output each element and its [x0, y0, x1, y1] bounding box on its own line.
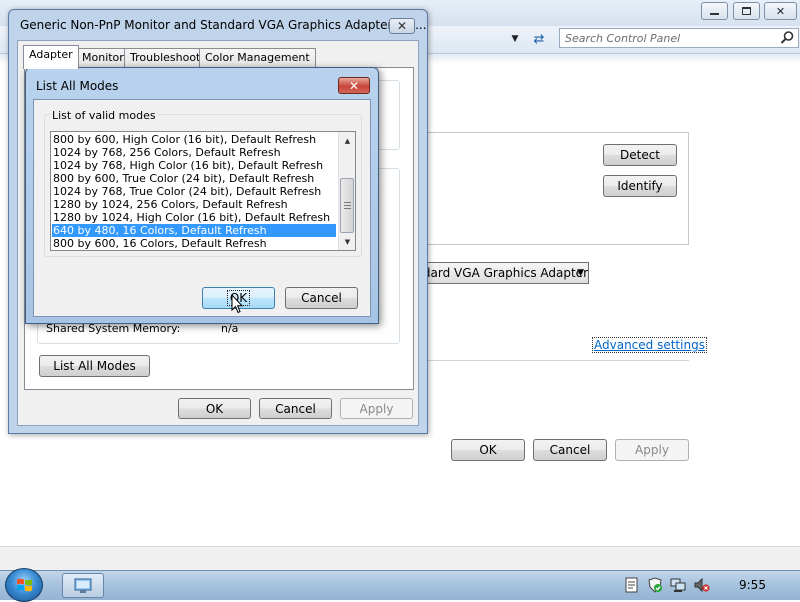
window-close-button[interactable]: ✕: [764, 2, 797, 20]
scroll-up-button[interactable]: ▲: [340, 133, 355, 148]
scroll-down-button[interactable]: ▼: [340, 234, 355, 249]
list-all-modes-dialog: List All Modes ✕ List of valid modes 800…: [25, 67, 379, 324]
search-icon[interactable]: [779, 30, 795, 46]
search-box[interactable]: [559, 28, 799, 48]
volume-muted-icon[interactable]: [694, 577, 710, 593]
tab-label: Troubleshoot: [130, 51, 201, 64]
clock[interactable]: 9:55: [739, 578, 766, 592]
chevron-down-icon: ▼: [511, 34, 519, 44]
close-icon: ✕: [396, 19, 408, 33]
tab-adapter[interactable]: Adapter: [23, 45, 79, 69]
advanced-settings-link[interactable]: Advanced settings: [592, 337, 707, 353]
maximize-button[interactable]: [733, 2, 760, 20]
network-icon[interactable]: [670, 577, 686, 593]
list-item[interactable]: 800 by 600, High Color (16 bit), Default…: [52, 133, 336, 146]
status-band: [0, 546, 800, 570]
list-item[interactable]: 1024 by 768, True Color (24 bit), Defaul…: [52, 185, 336, 198]
modes-listbox[interactable]: 800 by 600, High Color (16 bit), Default…: [50, 131, 356, 251]
list-item[interactable]: 1280 by 1024, High Color (16 bit), Defau…: [52, 211, 336, 224]
tab-label: Monitor: [82, 51, 124, 64]
cancel-label: Cancel: [275, 401, 316, 416]
action-center-icon[interactable]: [647, 577, 663, 593]
refresh-button[interactable]: ⇄: [529, 30, 549, 48]
divider: [400, 360, 689, 361]
scrollbar-thumb[interactable]: [340, 178, 354, 233]
list-all-modes-button[interactable]: List All Modes: [39, 355, 150, 377]
tab-monitor[interactable]: Monitor: [76, 48, 130, 68]
list-item[interactable]: 1280 by 1024, 256 Colors, Default Refres…: [52, 198, 336, 211]
cancel-label: Cancel: [301, 291, 342, 305]
scroll-down-icon: ▼: [344, 237, 351, 246]
list-item[interactable]: 800 by 600, True Color (24 bit), Default…: [52, 172, 336, 185]
cancel-button[interactable]: Cancel: [533, 439, 607, 461]
valid-modes-label: List of valid modes: [50, 109, 158, 122]
apply-label: Apply: [359, 401, 394, 416]
start-button[interactable]: [5, 568, 43, 602]
grip-line: [344, 205, 351, 206]
dialog-close-button[interactable]: ✕: [389, 18, 415, 34]
dialog-title: List All Modes: [36, 79, 119, 93]
dialog-title: Generic Non-PnP Monitor and Standard VGA…: [20, 18, 427, 32]
apply-label: Apply: [635, 443, 669, 457]
adapter-apply-button[interactable]: Apply: [340, 398, 413, 419]
apply-button[interactable]: Apply: [615, 439, 689, 461]
refresh-icon: ⇄: [533, 31, 545, 47]
close-icon: ✕: [348, 78, 360, 93]
modes-close-button[interactable]: ✕: [338, 77, 370, 94]
list-item[interactable]: 1024 by 768, High Color (16 bit), Defaul…: [52, 159, 336, 172]
ok-label: OK: [479, 443, 497, 457]
modes-cancel-button[interactable]: Cancel: [285, 287, 358, 309]
adapter-ok-button[interactable]: OK: [178, 398, 251, 419]
address-dropdown[interactable]: ▼: [505, 30, 525, 48]
search-input[interactable]: [560, 29, 772, 47]
minimize-button[interactable]: [701, 2, 728, 20]
adapter-cancel-button[interactable]: Cancel: [259, 398, 332, 419]
list-all-modes-label: List All Modes: [53, 359, 136, 373]
ok-button[interactable]: OK: [451, 439, 525, 461]
taskbar-item-display-settings[interactable]: [62, 573, 104, 598]
restore-icon: [742, 7, 751, 15]
cancel-label: Cancel: [549, 443, 591, 457]
tab-troubleshoot[interactable]: Troubleshoot: [124, 48, 207, 68]
list-item-selected[interactable]: 640 by 480, 16 Colors, Default Refresh: [52, 224, 336, 237]
chevron-down-icon: ▼: [577, 268, 584, 278]
identify-label: Identify: [617, 179, 663, 193]
tab-label: Adapter: [29, 48, 73, 61]
detect-button[interactable]: Detect: [603, 144, 677, 166]
display-select-value: Generic Non-PnP Monitor on Standard VGA …: [401, 266, 588, 280]
identify-button[interactable]: Identify: [603, 175, 677, 197]
minimize-icon: [710, 13, 719, 15]
grip-line: [344, 208, 351, 209]
scroll-up-icon: ▲: [344, 136, 351, 145]
display-properties-icon: [74, 578, 92, 593]
list-item[interactable]: 800 by 600, 16 Colors, Default Refresh: [52, 237, 336, 250]
close-icon: ✕: [775, 4, 786, 18]
display-select[interactable]: Generic Non-PnP Monitor on Standard VGA …: [400, 262, 589, 284]
ok-label: OK: [205, 401, 224, 416]
grip-line: [344, 202, 351, 203]
mouse-cursor-icon: [231, 294, 243, 314]
tab-color-management[interactable]: Color Management: [199, 48, 316, 68]
detect-label: Detect: [619, 148, 660, 162]
tab-label: Color Management: [205, 51, 310, 64]
vertical-scrollbar[interactable]: ▲ ▼: [338, 132, 355, 250]
windows-flag-icon: [17, 578, 32, 592]
list-item[interactable]: 1024 by 768, 256 Colors, Default Refresh: [52, 146, 336, 159]
modes-dialog-client: List of valid modes 800 by 600, High Col…: [33, 99, 371, 317]
notes-icon[interactable]: [624, 577, 640, 593]
